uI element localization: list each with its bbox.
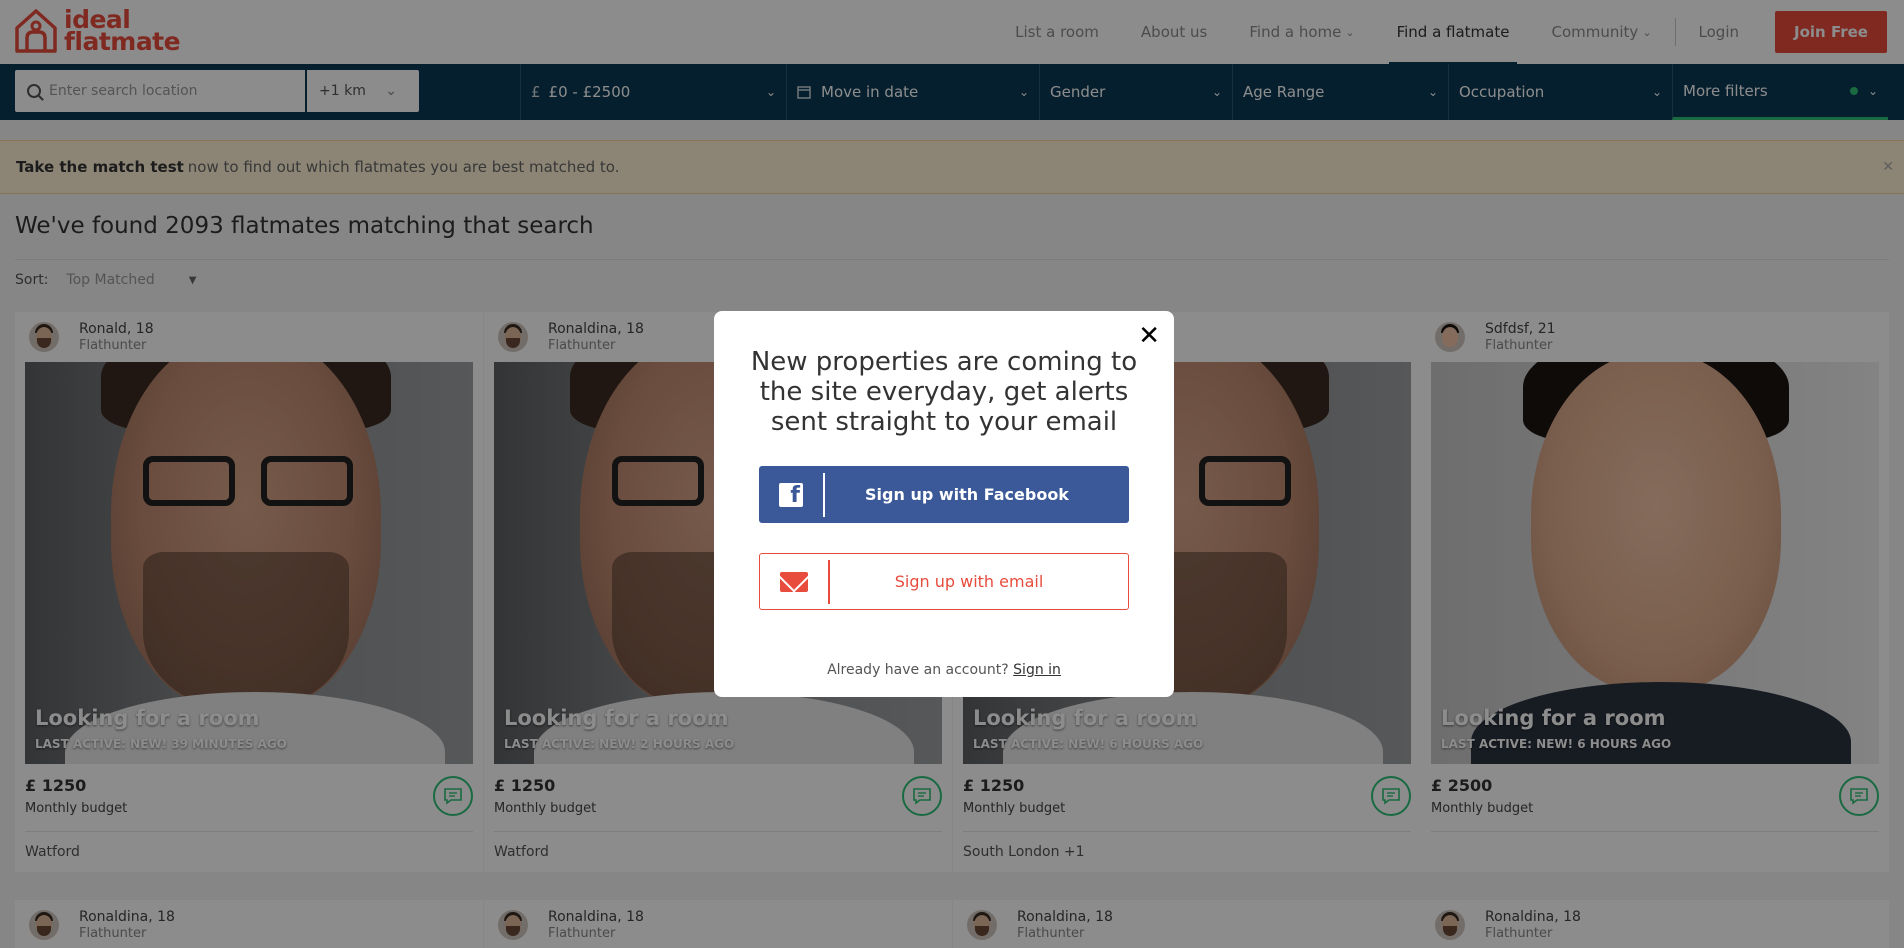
signin-prompt-text: Already have an account? xyxy=(827,662,1009,678)
page: ideal flatmate List a room About us Find… xyxy=(0,0,1904,948)
facebook-signup-label: Sign up with Facebook xyxy=(865,485,1069,504)
facebook-glyph: f xyxy=(779,482,803,507)
signin-prompt: Already have an account? Sign in xyxy=(714,662,1174,678)
facebook-icon: f xyxy=(759,472,825,517)
modal-title: New properties are coming to the site ev… xyxy=(750,347,1138,437)
close-icon[interactable]: ✕ xyxy=(1138,323,1160,349)
email-signup-button[interactable]: Sign up with email xyxy=(759,553,1129,610)
signin-link[interactable]: Sign in xyxy=(1013,662,1061,678)
signup-modal: ✕ New properties are coming to the site … xyxy=(714,311,1174,697)
facebook-signup-button[interactable]: f Sign up with Facebook xyxy=(759,466,1129,523)
envelope-icon xyxy=(760,559,830,604)
email-signup-label: Sign up with email xyxy=(894,572,1044,591)
